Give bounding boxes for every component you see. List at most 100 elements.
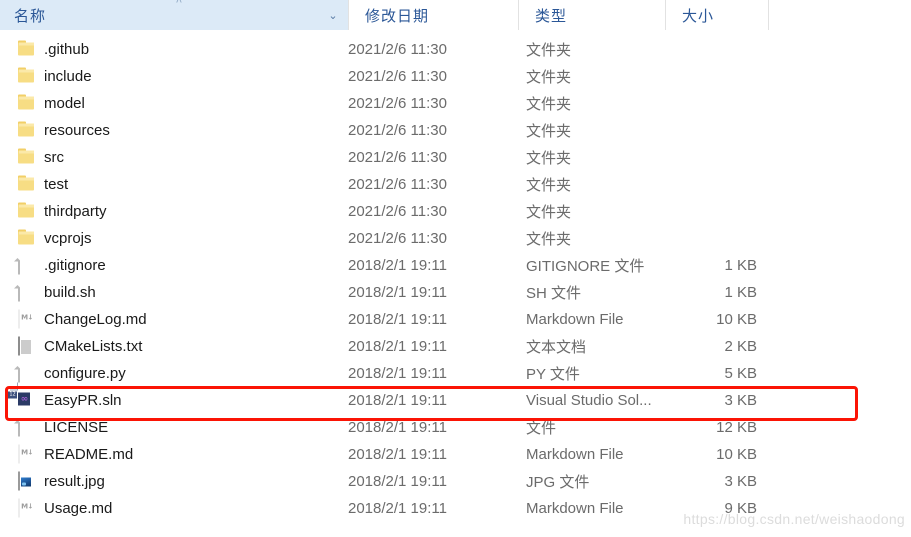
file-type: Visual Studio Sol... [526, 392, 652, 409]
column-header-row: 名称 ˄ ⌄ 修改日期 类型 大小 [0, 0, 911, 30]
image-icon [18, 471, 36, 491]
chevron-down-icon[interactable]: ⌄ [320, 0, 346, 30]
file-date-modified: 2021/2/6 11:30 [348, 122, 447, 139]
column-header-name-label: 名称 [14, 7, 47, 25]
watermark-text: https://blog.csdn.net/weishaodong [683, 511, 905, 527]
column-header-type[interactable]: 类型 [518, 0, 665, 30]
file-date-modified: 2018/2/1 19:11 [348, 311, 447, 328]
file-row[interactable]: .github 2021/2/6 11:30 文件夹 [0, 36, 911, 63]
file-date-modified: 2018/2/1 19:11 [348, 392, 447, 409]
file-type: SH 文件 [526, 285, 582, 302]
file-size: 1 KB [724, 284, 757, 301]
file-row[interactable]: LICENSE 2018/2/1 19:11 文件 12 KB [0, 414, 911, 441]
folder-icon [18, 121, 36, 140]
file-row[interactable]: src 2021/2/6 11:30 文件夹 [0, 144, 911, 171]
file-row[interactable]: M↓ ChangeLog.md 2018/2/1 19:11 Markdown Fil… [0, 306, 911, 333]
file-row[interactable]: CMakeLists.txt 2018/2/1 19:11 文本文档 2 KB [0, 333, 911, 360]
file-name: .github [44, 41, 90, 58]
file-row[interactable]: thirdparty 2021/2/6 11:30 文件夹 [0, 198, 911, 225]
file-date-modified: 2021/2/6 11:30 [348, 149, 447, 166]
file-name: configure.py [44, 365, 126, 382]
file-date-modified: 2018/2/1 19:11 [348, 500, 447, 517]
file-size: 10 KB [716, 311, 757, 328]
file-row[interactable]: test 2021/2/6 11:30 文件夹 [0, 171, 911, 198]
file-date-modified: 2021/2/6 11:30 [348, 203, 447, 220]
column-header-size[interactable]: 大小 [665, 0, 768, 30]
file-type: 文本文档 [526, 339, 587, 356]
file-type: 文件夹 [526, 177, 572, 194]
file-type: 文件夹 [526, 123, 572, 140]
file-row[interactable]: M↓ README.md 2018/2/1 19:11 Markdown File 10… [0, 441, 911, 468]
file-size: 1 KB [724, 257, 757, 274]
file-row[interactable]: ∞ 12 EasyPR.sln 2018/2/1 19:11 Visual Studio… [0, 382, 911, 414]
folder-icon [18, 175, 36, 194]
folder-icon [18, 67, 36, 86]
file-name: vcprojs [44, 230, 92, 247]
file-row[interactable]: configure.py 2018/2/1 19:11 PY 文件 5 KB [0, 360, 911, 387]
file-name: ChangeLog.md [44, 311, 147, 328]
file-list: .github 2021/2/6 11:30 文件夹 include 2021/2/6 … [0, 30, 911, 522]
file-name: LICENSE [44, 419, 109, 436]
blank-document-icon [14, 363, 36, 383]
file-date-modified: 2018/2/1 19:11 [348, 365, 447, 382]
sort-ascending-icon: ˄ [175, 0, 183, 6]
visual-studio-solution-icon: ∞ 12 [8, 382, 36, 410]
file-row[interactable]: model 2021/2/6 11:30 文件夹 [0, 90, 911, 117]
markdown-icon: M↓ [18, 309, 36, 329]
blank-document-icon [14, 255, 36, 275]
file-row[interactable]: include 2021/2/6 11:30 文件夹 [0, 63, 911, 90]
file-type: GITIGNORE 文件 [526, 258, 645, 275]
file-size: 10 KB [716, 446, 757, 463]
file-date-modified: 2018/2/1 19:11 [348, 473, 447, 490]
file-type: PY 文件 [526, 366, 580, 383]
file-name: build.sh [44, 284, 96, 301]
file-row[interactable]: build.sh 2018/2/1 19:11 SH 文件 1 KB [0, 279, 911, 306]
file-type: Markdown File [526, 446, 624, 463]
folder-icon [18, 148, 36, 167]
file-name: src [44, 149, 64, 166]
file-date-modified: 2021/2/6 11:30 [348, 230, 447, 247]
file-date-modified: 2021/2/6 11:30 [348, 41, 447, 58]
file-date-modified: 2018/2/1 19:11 [348, 338, 447, 355]
file-type: 文件 [526, 420, 557, 437]
file-type: 文件夹 [526, 150, 572, 167]
file-type: 文件夹 [526, 231, 572, 248]
blank-document-icon [14, 282, 36, 302]
file-row[interactable]: result.jpg 2018/2/1 19:11 JPG 文件 3 KB [0, 468, 911, 495]
file-name: CMakeLists.txt [44, 338, 143, 355]
file-name: resources [44, 122, 110, 139]
file-type: Markdown File [526, 311, 624, 328]
file-name: test [44, 176, 69, 193]
file-row[interactable]: resources 2021/2/6 11:30 文件夹 [0, 117, 911, 144]
file-name: .gitignore [44, 257, 106, 274]
folder-icon [18, 94, 36, 113]
file-size: 5 KB [724, 365, 757, 382]
file-type: Markdown File [526, 500, 624, 517]
file-size: 12 KB [716, 419, 757, 436]
markdown-icon: M↓ [18, 444, 36, 464]
column-header-right-divider [768, 0, 769, 30]
folder-icon [18, 229, 36, 248]
column-header-date-label: 修改日期 [365, 7, 430, 25]
folder-icon [18, 40, 36, 59]
file-date-modified: 2018/2/1 19:11 [348, 419, 447, 436]
file-size: 2 KB [724, 338, 757, 355]
file-name: thirdparty [44, 203, 107, 220]
file-type: 文件夹 [526, 69, 572, 86]
folder-icon [18, 202, 36, 221]
file-date-modified: 2018/2/1 19:11 [348, 257, 447, 274]
file-type: 文件夹 [526, 204, 572, 221]
file-date-modified: 2021/2/6 11:30 [348, 176, 447, 193]
file-row[interactable]: vcprojs 2021/2/6 11:30 文件夹 [0, 225, 911, 252]
file-type: 文件夹 [526, 42, 572, 59]
file-type: 文件夹 [526, 96, 572, 113]
file-date-modified: 2021/2/6 11:30 [348, 68, 447, 85]
file-name: include [44, 68, 92, 85]
file-row[interactable]: .gitignore 2018/2/1 19:11 GITIGNORE 文件 1 KB [0, 252, 911, 279]
column-header-size-label: 大小 [682, 7, 715, 25]
file-name: README.md [44, 446, 134, 463]
column-header-date[interactable]: 修改日期 [348, 0, 518, 30]
blank-document-icon [14, 417, 36, 437]
file-name: Usage.md [44, 500, 113, 517]
file-date-modified: 2018/2/1 19:11 [348, 446, 447, 463]
